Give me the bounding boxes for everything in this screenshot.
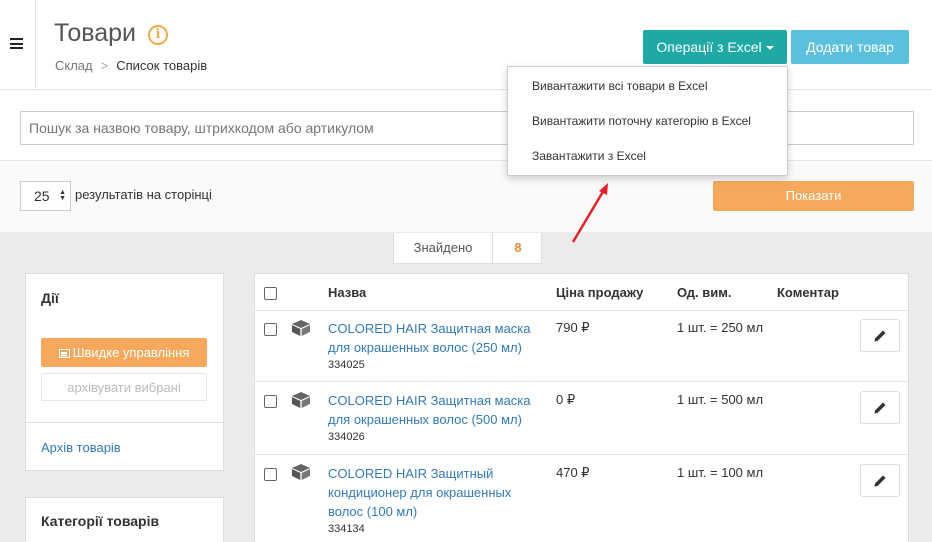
divider [255,381,908,382]
spinner-arrows-icon: ▲ ▼ [59,189,66,202]
product-unit: 1 шт. = 250 мл [677,320,764,335]
divider [26,422,223,423]
product-name-link[interactable]: COLORED HAIR Защитная маска для окрашенн… [328,319,538,357]
products-table: Назва Ціна продажу Од. вим. Коментар COL… [254,273,909,542]
add-product-button[interactable]: Додати товар [791,30,909,64]
archive-selected-button[interactable]: архівувати вибрані [41,373,207,401]
actions-title: Дії [41,290,59,306]
excel-dropdown-menu: Вивантажити всі товари в Excel Вивантажи… [507,66,788,176]
breadcrumb-separator: > [100,58,109,73]
per-page-label: результатів на сторінці [75,187,212,202]
per-page-select[interactable]: 25 ▲ ▼ [20,181,71,211]
categories-panel: Категорії товарів [25,497,224,542]
menu-item-import[interactable]: Завантажити з Excel [532,149,646,163]
product-price: 470 ₽ [556,465,590,480]
pencil-icon [874,475,886,487]
breadcrumb-root[interactable]: Склад [55,58,93,73]
product-sku: 334134 [328,523,365,535]
product-name-link[interactable]: COLORED HAIR Защитный кондиционер для ок… [328,464,538,521]
column-header-price[interactable]: Ціна продажу [556,285,643,300]
menu-item-export-category[interactable]: Вивантажити поточну категорію в Excel [532,114,751,128]
caret-down-icon [765,46,774,51]
show-button[interactable]: Показати [713,181,914,211]
product-box-icon [292,464,310,480]
archive-link[interactable]: Архів товарів [41,440,121,455]
found-label: Знайдено [394,233,493,263]
divider [255,454,908,455]
column-header-comment[interactable]: Коментар [777,285,839,300]
pencil-icon [874,402,886,414]
page-title: Товари [54,19,136,47]
found-counter: Знайдено 8 [393,233,542,264]
actions-panel-header: Дії [25,273,224,324]
annotation-arrow-icon [571,183,608,243]
breadcrumb-current: Список товарів [116,58,208,73]
quick-manage-label: Швидке управління [72,345,190,360]
categories-title: Категорії товарів [41,513,160,529]
row-checkbox[interactable] [264,323,277,336]
column-header-unit[interactable]: Од. вим. [677,285,731,300]
menu-item-export-all[interactable]: Вивантажити всі товари в Excel [532,79,708,93]
pencil-icon [874,330,886,342]
row-checkbox[interactable] [264,395,277,408]
product-sku: 334025 [328,359,365,371]
product-unit: 1 шт. = 100 мл [677,465,764,480]
select-all-checkbox[interactable] [264,287,277,300]
product-sku: 334026 [328,431,365,443]
page-header: Товари i Склад > Список товарів Операції з… [36,0,932,90]
breadcrumb: Склад > Список товарів [55,58,207,73]
per-page-value: 25 [34,188,50,204]
left-rail [0,0,36,90]
quick-manage-button[interactable]: Швидке управління [41,338,207,367]
row-checkbox[interactable] [264,468,277,481]
divider [255,310,908,311]
product-box-icon [292,392,310,408]
found-count: 8 [514,240,522,255]
edit-button[interactable] [860,464,900,497]
product-price: 790 ₽ [556,320,590,335]
edit-button[interactable] [860,391,900,424]
edit-button[interactable] [860,319,900,352]
info-icon[interactable]: i [148,25,168,45]
column-header-name[interactable]: Назва [328,285,366,300]
excel-operations-button[interactable]: Операції з Excel [643,30,787,64]
product-price: 0 ₽ [556,392,576,407]
product-unit: 1 шт. = 500 мл [677,392,764,407]
excel-operations-label: Операції з Excel [656,39,762,55]
hamburger-menu-icon[interactable] [10,38,23,49]
list-icon [58,349,70,358]
product-box-icon [292,320,310,336]
search-section [0,91,932,161]
product-name-link[interactable]: COLORED HAIR Защитная маска для окрашенн… [328,391,538,429]
